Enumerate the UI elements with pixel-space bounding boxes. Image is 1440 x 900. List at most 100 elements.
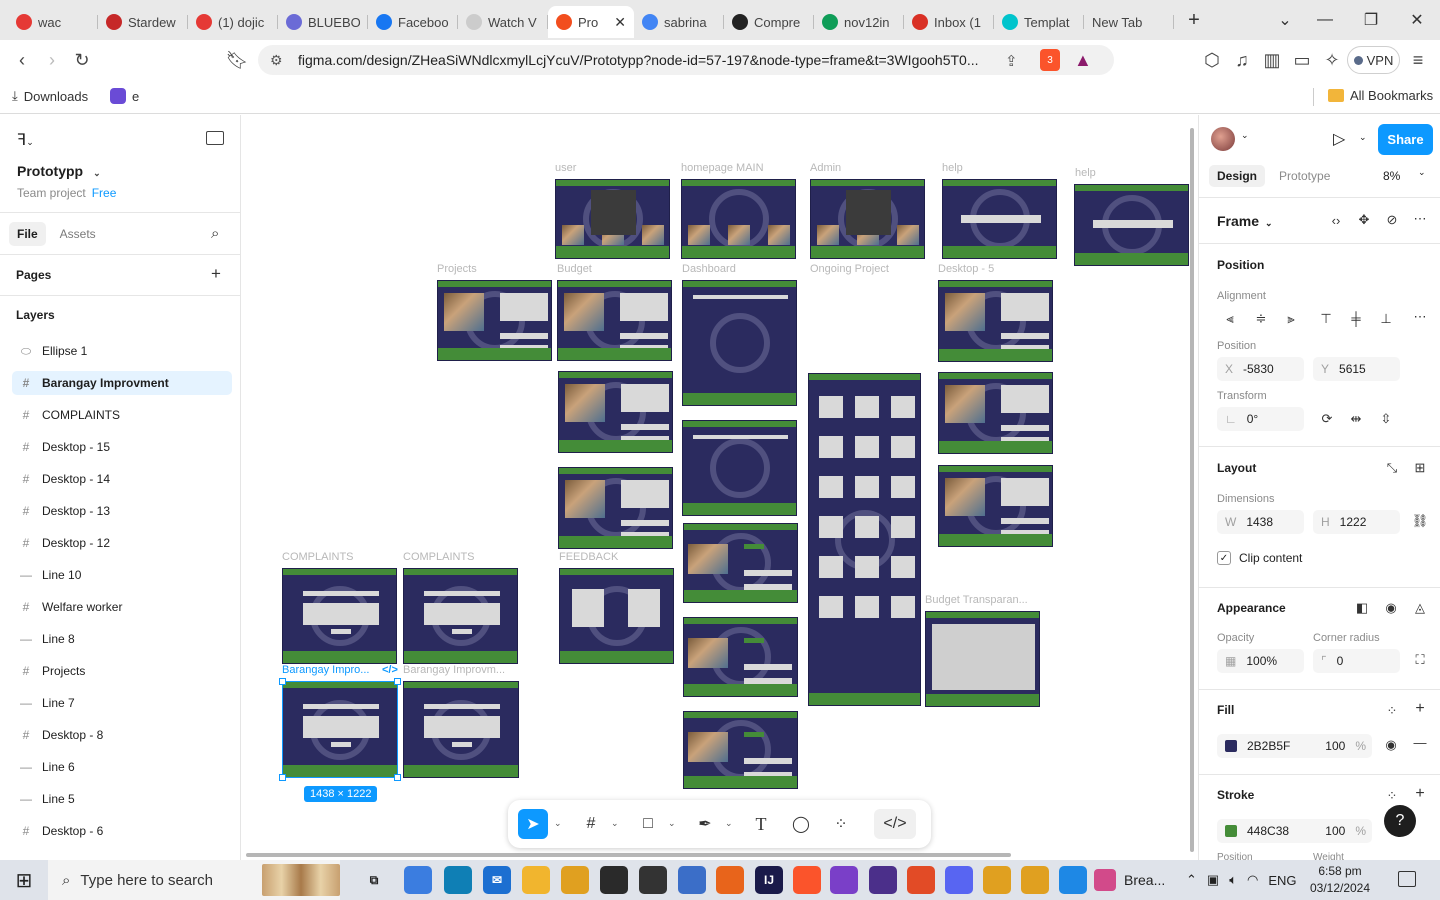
align-middle-v-icon[interactable]: ╪ [1347, 311, 1365, 326]
opacity-field[interactable]: ▦ 100% [1217, 649, 1304, 673]
layer-item[interactable]: — Line 6 [12, 755, 232, 779]
comment-tool-icon[interactable]: ◯ [786, 809, 816, 839]
clip-content-toggle[interactable]: ✓ Clip content [1217, 551, 1302, 565]
chrome-icon[interactable] [561, 866, 589, 894]
layer-item[interactable]: — Line 7 [12, 691, 232, 715]
layer-item[interactable]: # COMPLAINTS [12, 403, 232, 427]
frame-thumbnail[interactable] [1074, 184, 1189, 266]
styles-grid-icon[interactable]: ⁘ [1383, 703, 1401, 719]
chevron-down-icon[interactable]: ⌄ [668, 818, 676, 829]
blend-mode-icon[interactable]: ◬ [1411, 600, 1429, 616]
resize-handle[interactable] [394, 774, 401, 781]
dev-mode-icon[interactable]: </> [874, 809, 916, 839]
frame-label-budget-transparency[interactable]: Budget Transparan... [925, 594, 1028, 606]
tab-prototype[interactable]: Prototype [1271, 165, 1338, 187]
frame-thumbnail[interactable] [682, 280, 797, 406]
frame-thumbnail[interactable] [558, 371, 673, 453]
frame-thumbnail[interactable] [808, 373, 921, 706]
frame-thumbnail[interactable] [938, 465, 1053, 547]
layer-item[interactable]: — Line 8 [12, 627, 232, 651]
tab-assets[interactable]: Assets [52, 222, 104, 246]
checkbox-checked-icon[interactable]: ✓ [1217, 551, 1231, 565]
address-bar[interactable]: ⚙ figma.com/design/ZHeaSiWNdlcxmylLcjYcu… [258, 45, 1114, 75]
leo-ai-icon[interactable]: ✧ [1320, 48, 1344, 72]
zoom-level[interactable]: 8% [1383, 169, 1400, 183]
design-canvas[interactable]: user homepage MAIN Admin help help Proje… [241, 115, 1198, 860]
tab-design[interactable]: Design [1209, 165, 1266, 187]
chevron-down-icon[interactable]: ⌄ [611, 818, 619, 829]
frame-thumbnail[interactable] [403, 568, 518, 664]
chevron-down-icon[interactable]: ⌄ [1241, 130, 1249, 141]
align-center-h-icon[interactable]: ≑ [1252, 311, 1270, 327]
menu-icon[interactable]: ≡ [1406, 48, 1430, 72]
chevron-down-icon[interactable]: ⌄ [554, 818, 562, 829]
browser-tab[interactable]: nov12in [814, 6, 904, 38]
frame-thumbnail[interactable] [938, 372, 1053, 454]
file-explorer-icon[interactable] [522, 866, 550, 894]
eye-icon[interactable]: ◉ [1382, 737, 1400, 753]
maximize-button[interactable]: ❐ [1348, 0, 1394, 40]
width-field[interactable]: W 1438 [1217, 510, 1304, 534]
browser-tab[interactable]: Faceboo [368, 6, 458, 38]
height-field[interactable]: H 1222 [1313, 510, 1400, 534]
close-window-button[interactable]: ✕ [1394, 0, 1440, 40]
windows-start-icon[interactable]: ⊞ [0, 860, 48, 900]
frame-thumbnail[interactable] [683, 711, 798, 789]
intellij-icon[interactable]: IJ [755, 866, 783, 894]
office-icon[interactable] [907, 866, 935, 894]
frame-thumbnail[interactable] [938, 280, 1053, 362]
move-tool-icon[interactable]: ➤ [518, 809, 548, 839]
reload-icon[interactable]: ↻ [70, 48, 94, 72]
frame-thumbnail[interactable] [559, 568, 674, 664]
add-page-icon[interactable]: + [211, 264, 221, 284]
taskbar-active-app[interactable]: Brea... [1094, 860, 1180, 900]
browser-tab[interactable]: Inbox (1 [904, 6, 994, 38]
layer-item[interactable]: # Projects [12, 659, 232, 683]
share-page-icon[interactable]: ⇪ [1005, 52, 1018, 70]
layer-item[interactable]: — Line 10 [12, 563, 232, 587]
bookmark-item[interactable]: e [110, 88, 139, 104]
minimize-button[interactable]: — [1302, 0, 1348, 40]
stroke-color-field[interactable]: 448C38 100 % [1217, 819, 1372, 843]
layer-item[interactable]: # Desktop - 6 [12, 819, 232, 843]
copilot-icon[interactable] [404, 866, 432, 894]
code-icon[interactable]: </> [382, 664, 398, 676]
layer-item[interactable]: # Barangay Improvment [12, 371, 232, 395]
volume-icon[interactable]: 🔈︎ [1229, 872, 1237, 888]
frame-tool-icon[interactable]: # [576, 809, 606, 839]
align-left-icon[interactable]: ⫷ [1221, 311, 1239, 327]
frame-thumbnail[interactable] [555, 179, 670, 259]
rotate-icon[interactable]: ⟳ [1318, 411, 1336, 427]
fill-swatch[interactable] [1225, 740, 1237, 752]
frame-label-budget[interactable]: Budget [557, 263, 592, 275]
forward-icon[interactable]: › [40, 48, 64, 72]
frame-label-user[interactable]: user [555, 162, 576, 174]
x-position-field[interactable]: X -5830 [1217, 357, 1304, 381]
extensions-icon[interactable]: ⬡ [1200, 48, 1224, 72]
eye-icon[interactable]: ◉ [1382, 600, 1400, 616]
frame-label-barangay-selected[interactable]: Barangay Impro... [282, 664, 369, 676]
vscode-purple-icon[interactable] [830, 866, 858, 894]
browser-tab[interactable]: (1) dojic [188, 6, 278, 38]
notifications-icon[interactable] [1398, 871, 1416, 887]
browser-tab[interactable]: sabrina [634, 6, 724, 38]
browser-tab[interactable]: Stardew [98, 6, 188, 38]
mail-icon[interactable]: ✉ [483, 866, 511, 894]
firefox-icon[interactable] [716, 866, 744, 894]
layer-item[interactable]: ⬭ Ellipse 1 [12, 339, 232, 363]
layer-item[interactable]: # Desktop - 14 [12, 467, 232, 491]
task-view-icon[interactable]: ⧉ [360, 866, 388, 894]
layer-item[interactable]: # Welfare worker [12, 595, 232, 619]
more-icon[interactable]: ⋯ [1411, 309, 1429, 325]
layer-item[interactable]: # Desktop - 15 [12, 435, 232, 459]
text-tool-icon[interactable]: T [746, 809, 776, 839]
frame-label-complaints-2[interactable]: COMPLAINTS [403, 551, 475, 563]
styles-grid-icon[interactable]: ⁘ [1383, 788, 1401, 804]
align-bottom-icon[interactable]: ⊥ [1377, 311, 1395, 327]
resize-handle[interactable] [279, 774, 286, 781]
user-avatar[interactable] [1211, 127, 1235, 151]
browser-tab[interactable]: Templat [994, 6, 1084, 38]
frame-label-admin[interactable]: Admin [810, 162, 841, 174]
flip-vertical-icon[interactable]: ⇳ [1377, 411, 1395, 427]
align-top-icon[interactable]: ⊤ [1317, 311, 1335, 327]
